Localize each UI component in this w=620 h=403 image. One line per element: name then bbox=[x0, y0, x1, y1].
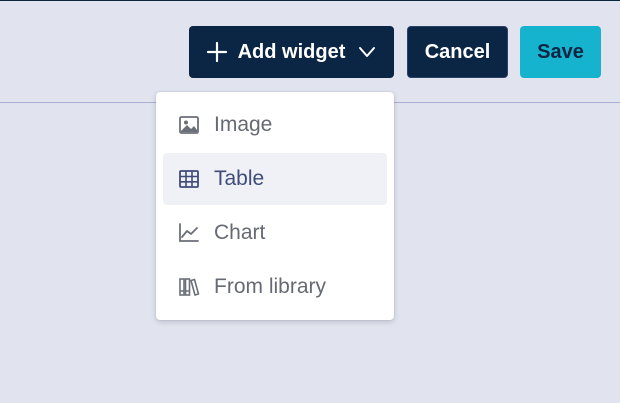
plus-icon bbox=[206, 41, 227, 63]
table-icon bbox=[179, 170, 199, 188]
menu-item-image[interactable]: Image bbox=[163, 99, 387, 151]
menu-item-label: Chart bbox=[214, 221, 266, 244]
line-chart-icon bbox=[179, 223, 199, 242]
library-icon bbox=[179, 278, 200, 296]
menu-item-table[interactable]: Table bbox=[163, 153, 387, 205]
add-widget-dropdown-menu: Image Table Chart From library bbox=[156, 92, 394, 320]
menu-item-label: Table bbox=[214, 167, 265, 190]
menu-item-label: From library bbox=[214, 275, 327, 298]
add-widget-button[interactable]: Add widget bbox=[189, 26, 394, 78]
menu-item-label: Image bbox=[214, 113, 273, 136]
save-label: Save bbox=[537, 40, 584, 63]
image-icon bbox=[179, 116, 199, 134]
add-widget-label: Add widget bbox=[237, 40, 346, 63]
cancel-label: Cancel bbox=[424, 40, 491, 63]
top-border bbox=[0, 0, 620, 1]
menu-item-from-library[interactable]: From library bbox=[163, 261, 387, 313]
chevron-down-icon bbox=[359, 47, 376, 57]
menu-item-chart[interactable]: Chart bbox=[163, 207, 387, 259]
cancel-button[interactable]: Cancel bbox=[407, 26, 508, 78]
save-button[interactable]: Save bbox=[520, 26, 601, 78]
